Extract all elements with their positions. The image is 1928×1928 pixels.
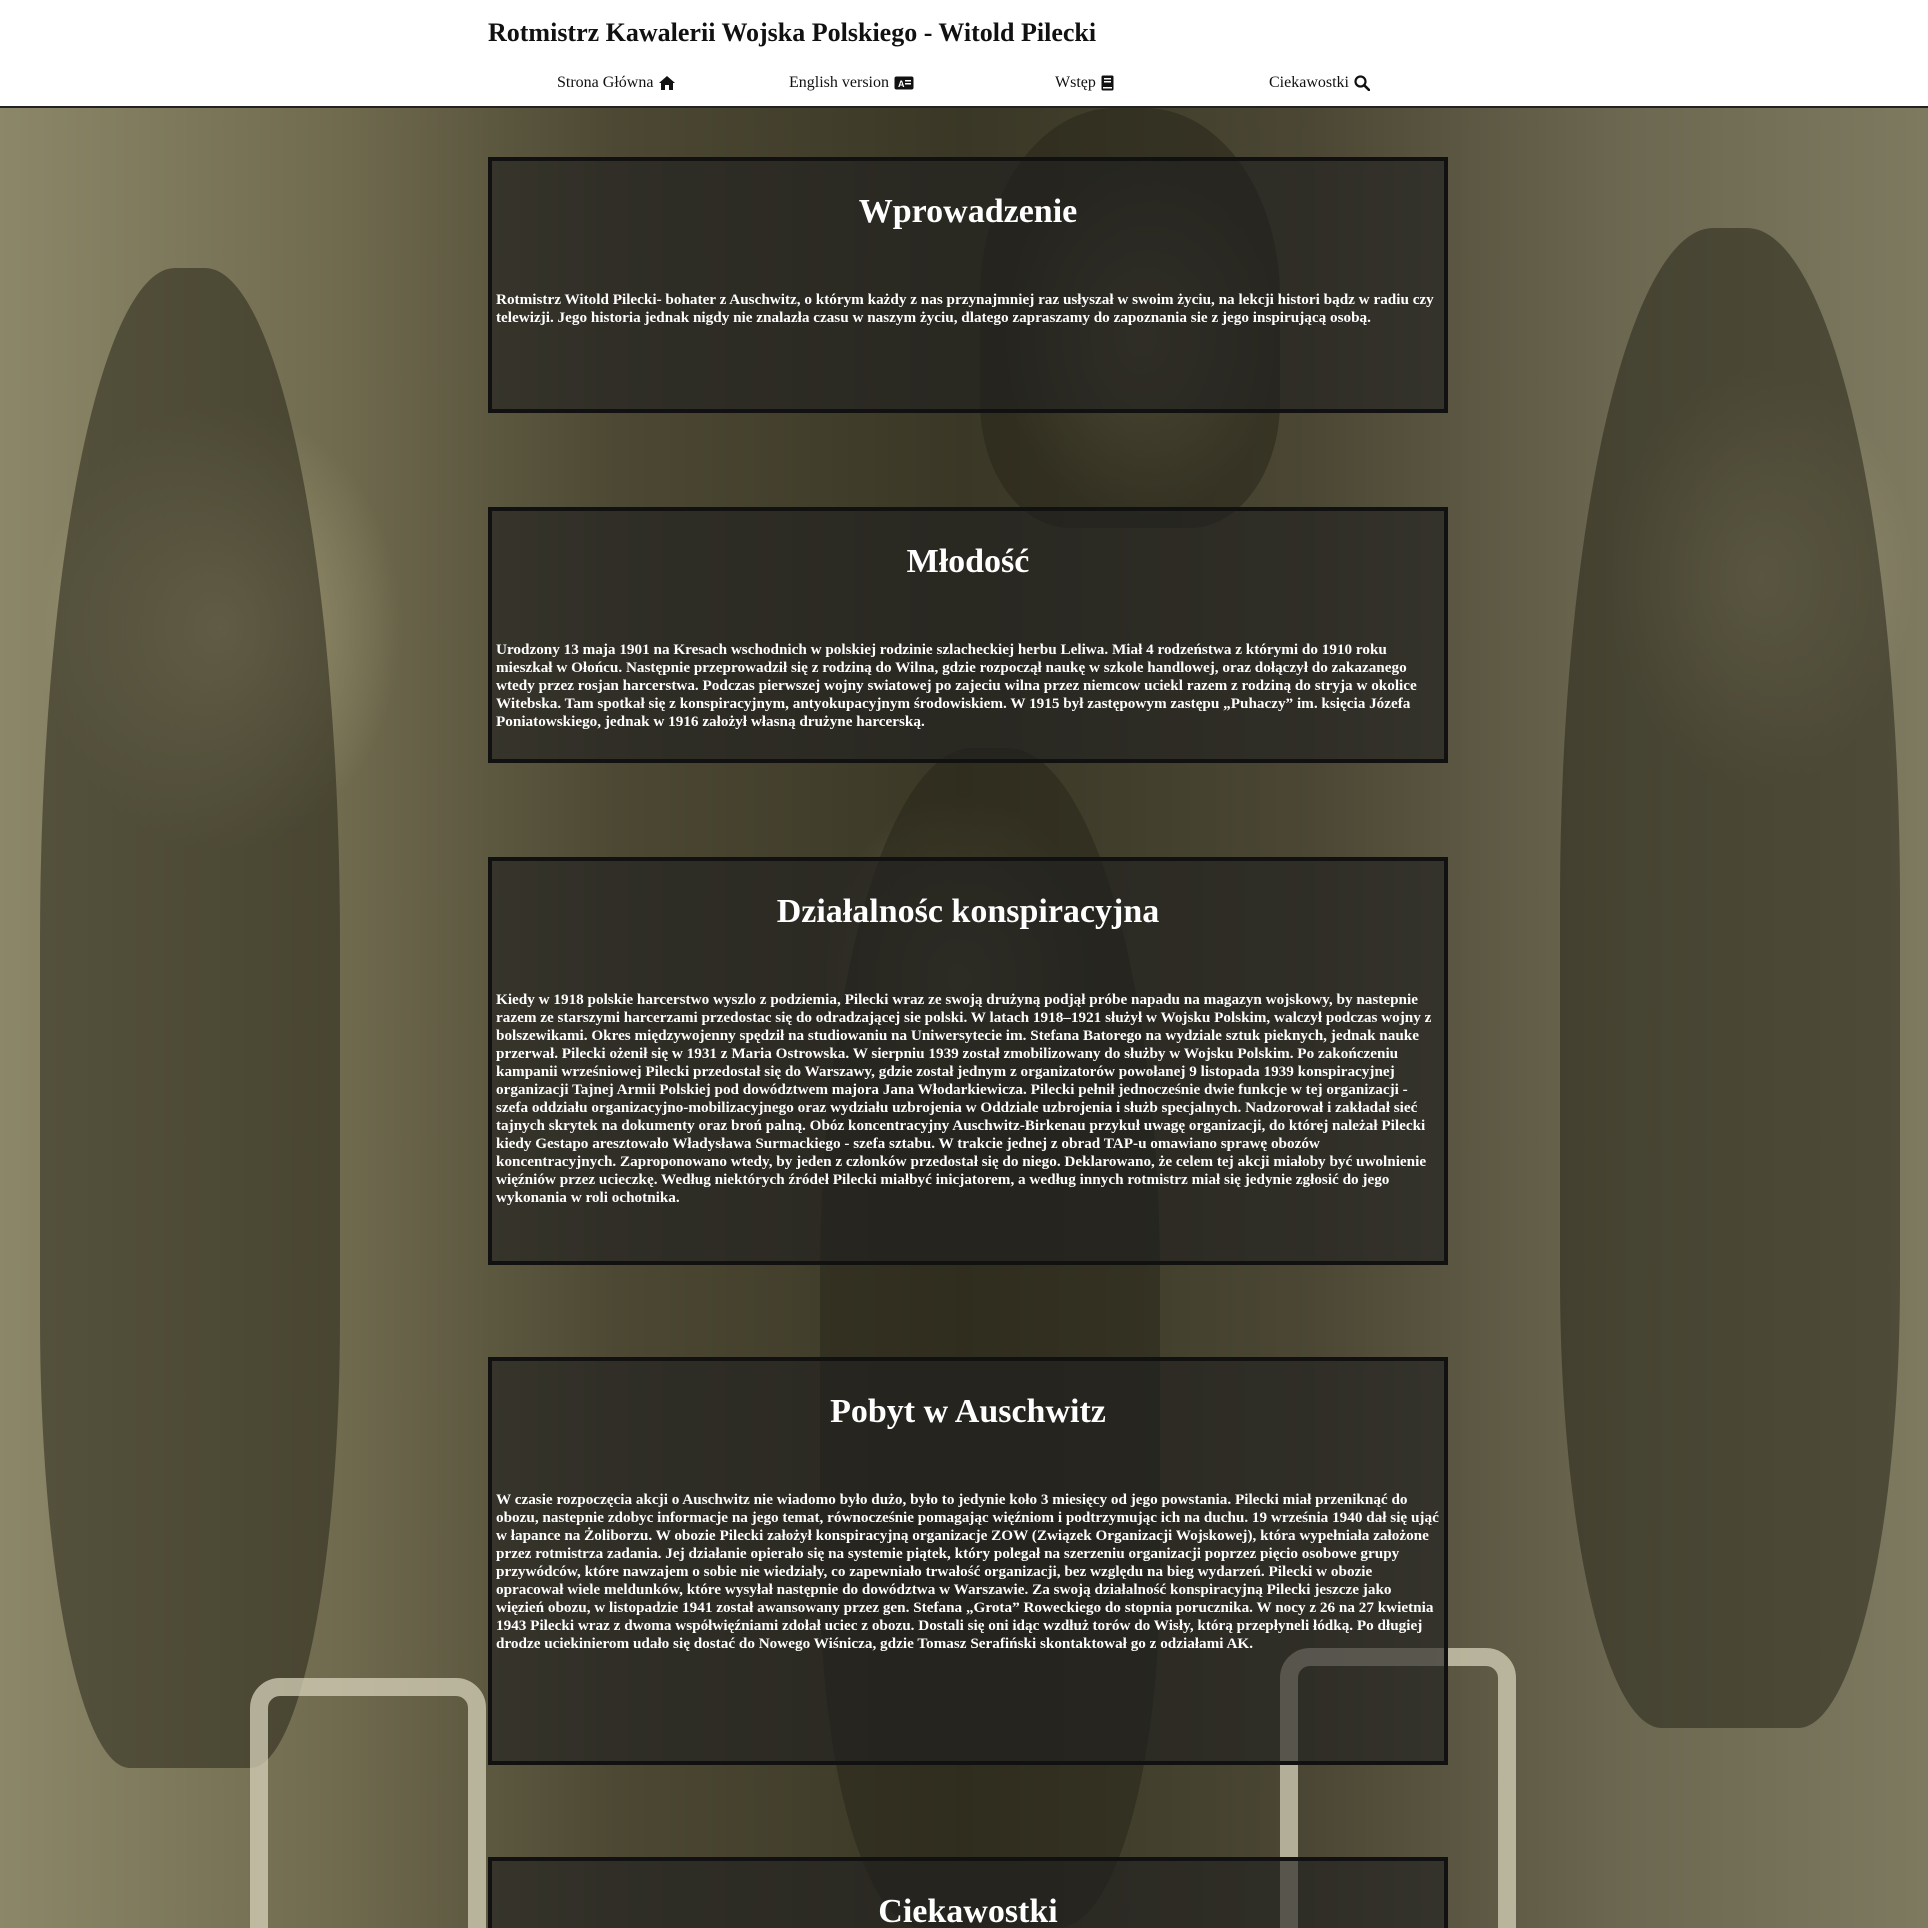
section-introduction: Wprowadzenie Rotmistrz Witold Pilecki- b… [488,157,1448,413]
svg-text:A: A [898,79,905,89]
nav-item-english[interactable]: English version A [789,74,914,92]
site-title: Rotmistrz Kawalerii Wojska Polskiego - W… [488,18,1097,47]
section-title: Pobyt w Auschwitz [830,1393,1106,1430]
section-trivia: Ciekawostki [488,1857,1448,1928]
nav-item-trivia[interactable]: Ciekawostki [1269,74,1370,92]
home-icon [658,75,676,91]
nav-item-intro[interactable]: Wstęp [1055,74,1114,92]
section-conspiracy: Działalnośc konspiracyjna Kiedy w 1918 p… [488,857,1448,1265]
site-header: Rotmistrz Kawalerii Wojska Polskiego - W… [0,0,1928,108]
section-title: Działalnośc konspiracyjna [776,893,1160,930]
section-title: Wprowadzenie [858,193,1078,230]
nav-item-home[interactable]: Strona Główna [557,74,676,92]
language-icon: A [894,76,914,90]
section-text: Rotmistrz Witold Pilecki- bohater z Ausc… [496,291,1434,326]
section-youth: Młodość Urodzony 13 maja 1901 na Kresach… [488,507,1448,763]
section-text: Urodzony 13 maja 1901 na Kresach wschodn… [496,641,1417,730]
nav-item-label: Ciekawostki [1269,74,1349,91]
nav-item-label: English version [789,74,889,91]
section-auschwitz: Pobyt w Auschwitz W czasie rozpoczęcia a… [488,1357,1448,1765]
section-title: Młodość [906,543,1030,580]
section-text: W czasie rozpoczęcia akcji o Auschwitz n… [496,1491,1439,1652]
search-icon [1354,75,1370,91]
main-nav: Strona Główna English version A Wstęp Ci… [488,74,1446,98]
nav-item-label: Strona Główna [557,74,654,91]
book-icon [1101,75,1114,91]
section-title: Ciekawostki [878,1893,1058,1928]
nav-item-label: Wstęp [1055,74,1096,91]
section-text: Kiedy w 1918 polskie harcerstwo wyszlo z… [496,991,1432,1206]
